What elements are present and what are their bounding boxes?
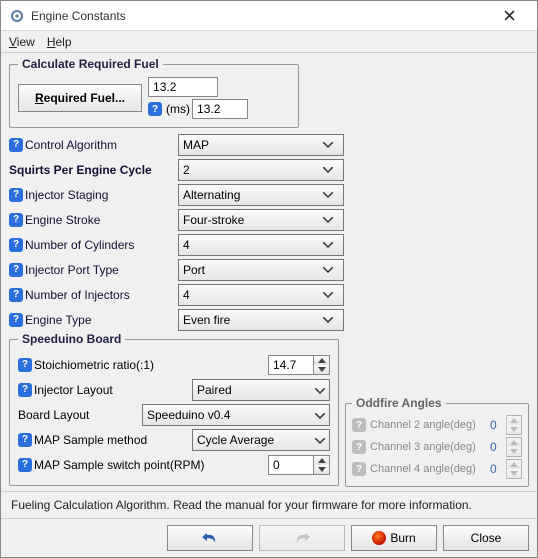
menu-help[interactable]: Help: [47, 35, 72, 49]
oddfire-ch3-spinner: [506, 437, 522, 457]
window-title: Engine Constants: [31, 9, 489, 23]
help-icon[interactable]: ?: [18, 458, 32, 472]
row-oddfire-ch3: ? Channel 3 angle(deg) 0: [352, 436, 522, 458]
spin-up[interactable]: [314, 356, 329, 365]
undo-button[interactable]: [167, 525, 253, 551]
help-icon[interactable]: ?: [18, 433, 32, 447]
close-window-button[interactable]: [489, 2, 529, 30]
help-icon[interactable]: ?: [148, 102, 162, 116]
status-bar: Fueling Calculation Algorithm. Read the …: [1, 491, 537, 518]
map-sample-select[interactable]: Cycle Average: [192, 429, 330, 451]
map-switch-spinner[interactable]: [268, 455, 330, 475]
control-algorithm-select[interactable]: MAP: [178, 134, 344, 156]
button-bar: Burn Close: [1, 518, 537, 557]
row-injector-port-type: ?Injector Port Type Port: [9, 257, 344, 282]
board-layout-select[interactable]: Speeduino v0.4: [142, 404, 330, 426]
required-fuel-value[interactable]: [148, 77, 218, 97]
engine-type-select[interactable]: Even fire: [178, 309, 344, 331]
speeduino-board-group: Speeduino Board ?Stoichiometric ratio(:1…: [9, 332, 339, 486]
oddfire-group: Oddfire Angles ? Channel 2 angle(deg) 0 …: [345, 396, 529, 487]
row-num-cylinders: ?Number of Cylinders 4: [9, 232, 344, 257]
oddfire-legend: Oddfire Angles: [352, 396, 446, 410]
row-control-algorithm: ?Control Algorithm MAP: [9, 132, 344, 157]
row-engine-type: ?Engine Type Even fire: [9, 307, 344, 332]
row-board-layout: Board Layout Speeduino v0.4: [18, 402, 330, 427]
row-injector-layout: ?Injector Layout Paired: [18, 377, 330, 402]
help-icon: ?: [352, 418, 366, 432]
chevron-down-icon: [315, 383, 325, 397]
help-icon[interactable]: ?: [18, 358, 32, 372]
chevron-down-icon: [323, 217, 339, 223]
redo-button: [259, 525, 345, 551]
required-fuel-legend: Calculate Required Fuel: [18, 57, 163, 71]
close-icon: [504, 10, 515, 21]
row-map-sample: ?MAP Sample method Cycle Average: [18, 427, 330, 452]
help-icon[interactable]: ?: [9, 313, 23, 327]
chevron-down-icon: [323, 192, 339, 198]
redo-icon: [293, 531, 311, 545]
help-icon[interactable]: ?: [9, 188, 23, 202]
map-switch-input[interactable]: [268, 455, 314, 475]
chevron-down-icon: [323, 317, 339, 323]
help-icon[interactable]: ?: [9, 263, 23, 277]
stoich-input[interactable]: [268, 355, 314, 375]
required-fuel-ms-value[interactable]: [192, 99, 248, 119]
help-icon[interactable]: ?: [9, 213, 23, 227]
help-icon[interactable]: ?: [9, 138, 23, 152]
row-num-injectors: ?Number of Injectors 4: [9, 282, 344, 307]
oddfire-ch2-spinner: [506, 415, 522, 435]
engine-stroke-select[interactable]: Four-stroke: [178, 209, 344, 231]
chevron-down-icon: [323, 167, 339, 173]
title-bar: Engine Constants: [1, 1, 537, 31]
speeduino-legend: Speeduino Board: [18, 332, 125, 346]
row-map-switch: ?MAP Sample switch point(RPM): [18, 452, 330, 477]
chevron-down-icon: [323, 142, 339, 148]
required-fuel-button[interactable]: Required Fuel...: [18, 84, 142, 112]
chevron-down-icon: [315, 408, 325, 422]
help-icon: ?: [352, 440, 366, 454]
help-icon[interactable]: ?: [18, 383, 32, 397]
ms-label: (ms): [166, 102, 190, 116]
burn-button[interactable]: Burn: [351, 525, 437, 551]
injector-layout-select[interactable]: Paired: [192, 379, 330, 401]
num-injectors-select[interactable]: 4: [178, 284, 344, 306]
spin-up[interactable]: [314, 456, 329, 465]
row-injector-staging: ?Injector Staging Alternating: [9, 182, 344, 207]
help-icon[interactable]: ?: [9, 288, 23, 302]
oddfire-ch4-spinner: [506, 459, 522, 479]
burn-icon: [372, 531, 386, 545]
row-oddfire-ch4: ? Channel 4 angle(deg) 0: [352, 458, 522, 480]
help-icon[interactable]: ?: [9, 238, 23, 252]
stoich-spinner[interactable]: [268, 355, 330, 375]
injector-staging-select[interactable]: Alternating: [178, 184, 344, 206]
menu-view[interactable]: View: [9, 35, 35, 49]
help-icon: ?: [352, 462, 366, 476]
menu-bar: View Help: [1, 31, 537, 53]
chevron-down-icon: [315, 433, 325, 447]
spin-down[interactable]: [314, 365, 329, 374]
row-squirts-per-cycle: Squirts Per Engine Cycle 2: [9, 157, 344, 182]
row-stoich: ?Stoichiometric ratio(:1): [18, 352, 330, 377]
num-cylinders-select[interactable]: 4: [178, 234, 344, 256]
content-area: Calculate Required Fuel Required Fuel...…: [1, 53, 537, 491]
spin-down[interactable]: [314, 465, 329, 474]
close-button[interactable]: Close: [443, 525, 529, 551]
required-fuel-group: Calculate Required Fuel Required Fuel...…: [9, 57, 299, 128]
chevron-down-icon: [323, 292, 339, 298]
app-icon: [9, 8, 25, 24]
undo-icon: [201, 531, 219, 545]
row-engine-stroke: ?Engine Stroke Four-stroke: [9, 207, 344, 232]
chevron-down-icon: [323, 242, 339, 248]
chevron-down-icon: [323, 267, 339, 273]
squirts-per-cycle-select[interactable]: 2: [178, 159, 344, 181]
injector-port-type-select[interactable]: Port: [178, 259, 344, 281]
row-oddfire-ch2: ? Channel 2 angle(deg) 0: [352, 414, 522, 436]
